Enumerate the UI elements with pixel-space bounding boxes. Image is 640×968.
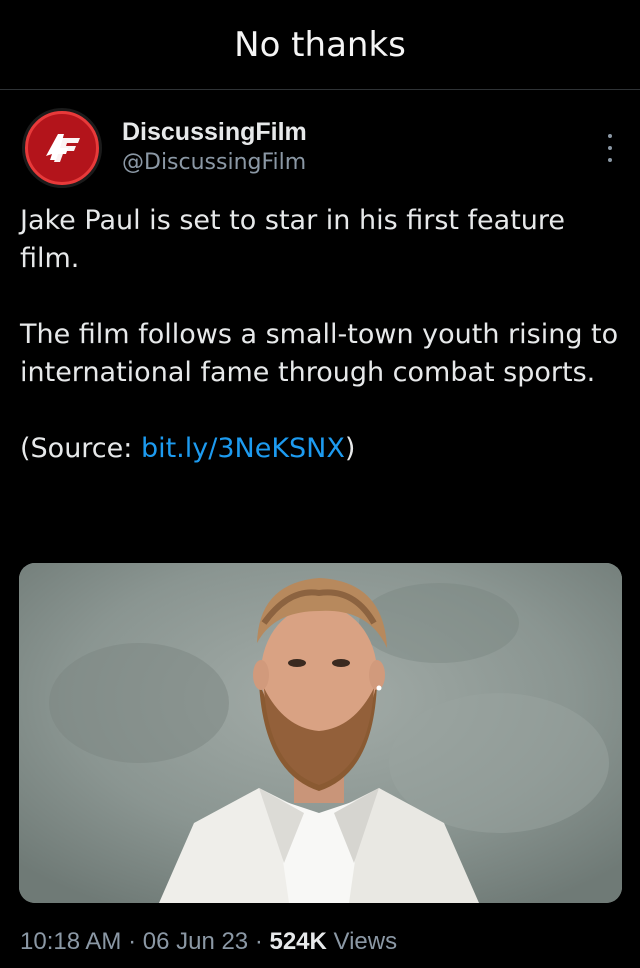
tweet-date[interactable]: 06 Jun 23: [143, 928, 248, 955]
tweet-source: (Source: bit.ly/3NeKSNX): [20, 430, 620, 468]
author-names: DiscussingFilm @DiscussingFilm: [122, 116, 307, 178]
more-options-icon[interactable]: [600, 130, 620, 166]
author-display-name[interactable]: DiscussingFilm: [122, 116, 307, 148]
author-handle[interactable]: @DiscussingFilm: [122, 148, 307, 178]
tweet-text: Jake Paul is set to star in his first fe…: [20, 202, 620, 506]
discussingfilm-logo-icon: [25, 111, 99, 185]
photo-image: [19, 563, 622, 903]
views-label: Views: [326, 928, 398, 955]
meta-separator: ·: [248, 928, 270, 955]
avatar[interactable]: [22, 108, 102, 188]
tweet-paragraph: Jake Paul is set to star in his first fe…: [20, 205, 566, 274]
source-prefix: (Source:: [20, 433, 141, 464]
tweet-photo[interactable]: [19, 563, 622, 903]
tweet-meta: 10:18 AM · 06 Jun 23 · 524K Views: [20, 928, 397, 956]
meta-separator: ·: [121, 928, 143, 955]
tweet-header: DiscussingFilm @DiscussingFilm: [22, 108, 620, 192]
tweet-paragraph: The film follows a small-town youth risi…: [20, 319, 619, 388]
tweet-time[interactable]: 10:18 AM: [20, 928, 121, 955]
views-count[interactable]: 524K: [269, 928, 326, 955]
source-link[interactable]: bit.ly/3NeKSNX: [141, 433, 345, 464]
tweet: DiscussingFilm @DiscussingFilm Jake Paul…: [0, 90, 640, 968]
no-thanks-bar[interactable]: No thanks: [0, 0, 640, 90]
source-suffix: ): [344, 433, 356, 464]
no-thanks-button[interactable]: No thanks: [234, 25, 406, 65]
